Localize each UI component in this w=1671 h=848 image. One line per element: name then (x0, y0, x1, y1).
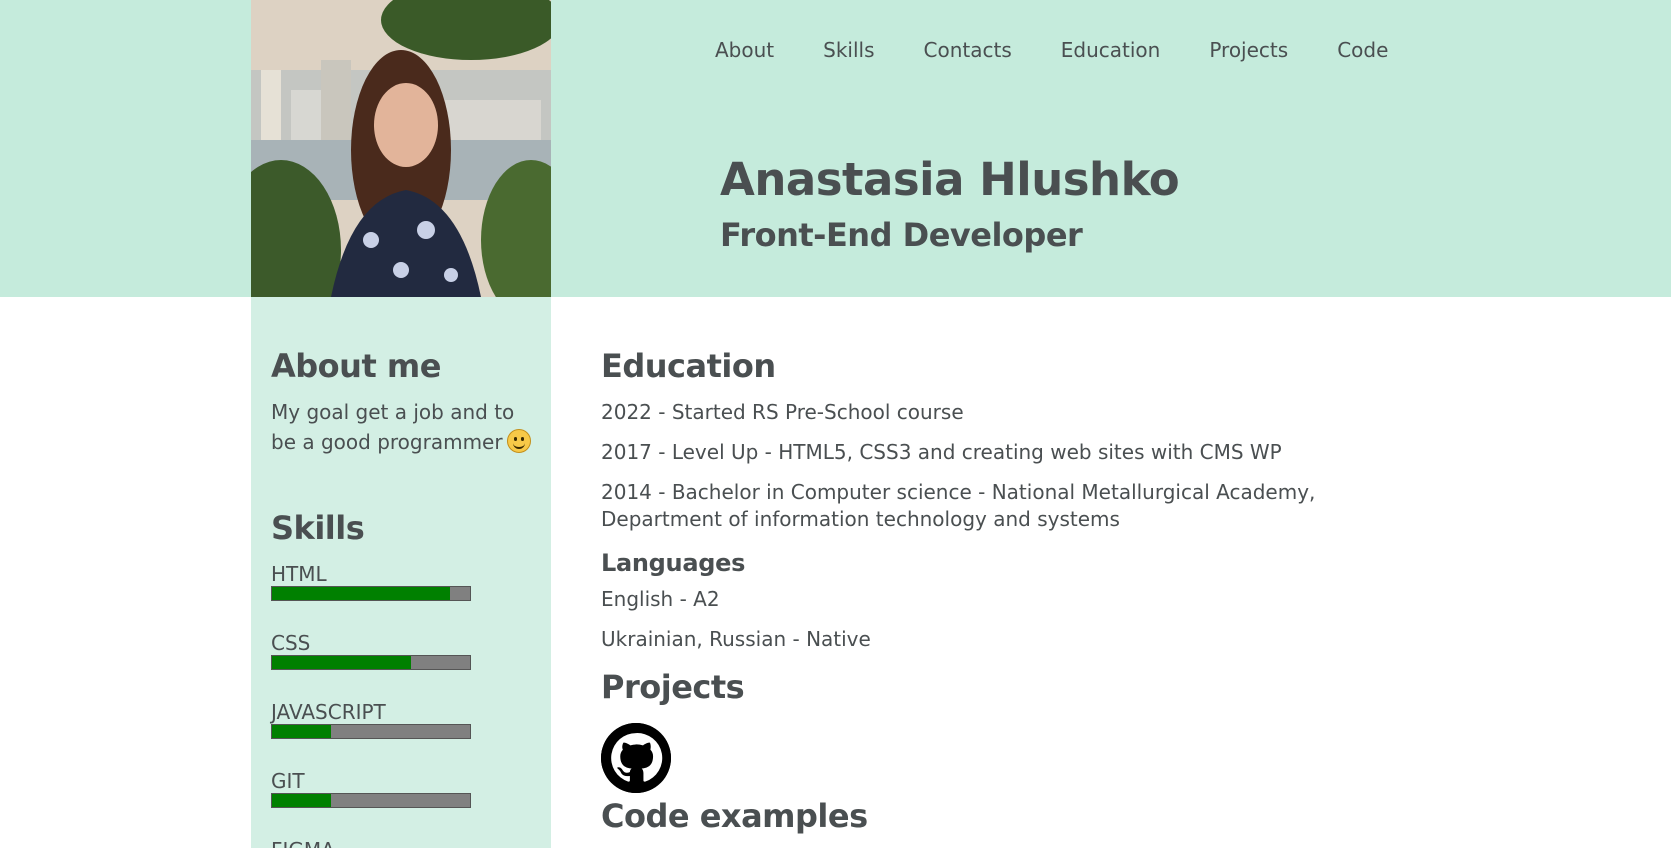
skill-git: GIT (271, 769, 471, 808)
sidebar: About me My goal get a job and to be a g… (251, 297, 551, 848)
skill-bar (271, 655, 471, 670)
nav-link-projects[interactable]: Projects (1209, 37, 1288, 63)
skill-label: CSS (271, 631, 311, 655)
person-role: Front-End Developer (720, 216, 1083, 254)
skill-bar (271, 724, 471, 739)
site-header: About Skills Contacts Education Projects… (0, 0, 1671, 297)
skill-label: JAVASCRIPT (271, 700, 386, 724)
skill-bar-fill (272, 725, 332, 738)
nav-link-education[interactable]: Education (1061, 37, 1161, 63)
skill-css: CSS (271, 631, 471, 670)
top-nav: About Skills Contacts Education Projects… (715, 37, 1437, 63)
nav-link-about[interactable]: About (715, 37, 774, 63)
nav-link-contacts[interactable]: Contacts (924, 37, 1012, 63)
about-text: My goal get a job and to be a good progr… (271, 397, 541, 457)
skills-heading: Skills (271, 509, 365, 547)
skill-bar (271, 586, 471, 601)
education-item: 2017 - Level Up - HTML5, CSS3 and creati… (601, 440, 1282, 464)
skill-javascript: JAVASCRIPT (271, 700, 471, 739)
education-heading: Education (601, 347, 776, 385)
skill-label: HTML (271, 562, 327, 586)
skill-bar (271, 793, 471, 808)
github-icon[interactable] (601, 723, 671, 793)
skill-bar-fill (272, 794, 332, 807)
language-item: English - A2 (601, 587, 720, 611)
person-name: Anastasia Hlushko (720, 153, 1180, 206)
profile-photo (251, 0, 551, 297)
skill-figma: FIGMA (271, 838, 471, 848)
skill-label: GIT (271, 769, 305, 793)
education-item: 2022 - Started RS Pre-School course (601, 400, 964, 424)
about-text-content: My goal get a job and to be a good progr… (271, 400, 515, 454)
skill-html: HTML (271, 562, 471, 601)
skill-label: FIGMA (271, 838, 471, 848)
smiley-icon (506, 429, 531, 453)
skill-bar-fill (272, 587, 451, 600)
education-item: 2014 - Bachelor in Computer science - Na… (601, 480, 1316, 531)
nav-link-code[interactable]: Code (1337, 37, 1388, 63)
language-item: Ukrainian, Russian - Native (601, 627, 871, 651)
about-heading: About me (271, 347, 441, 385)
nav-link-skills[interactable]: Skills (823, 37, 874, 63)
skill-bar-fill (272, 656, 411, 669)
projects-heading: Projects (601, 668, 745, 706)
languages-heading: Languages (601, 549, 746, 577)
code-heading: Code examples (601, 797, 868, 835)
profile-photo-illustration (251, 0, 551, 297)
github-icon-svg (601, 723, 671, 793)
